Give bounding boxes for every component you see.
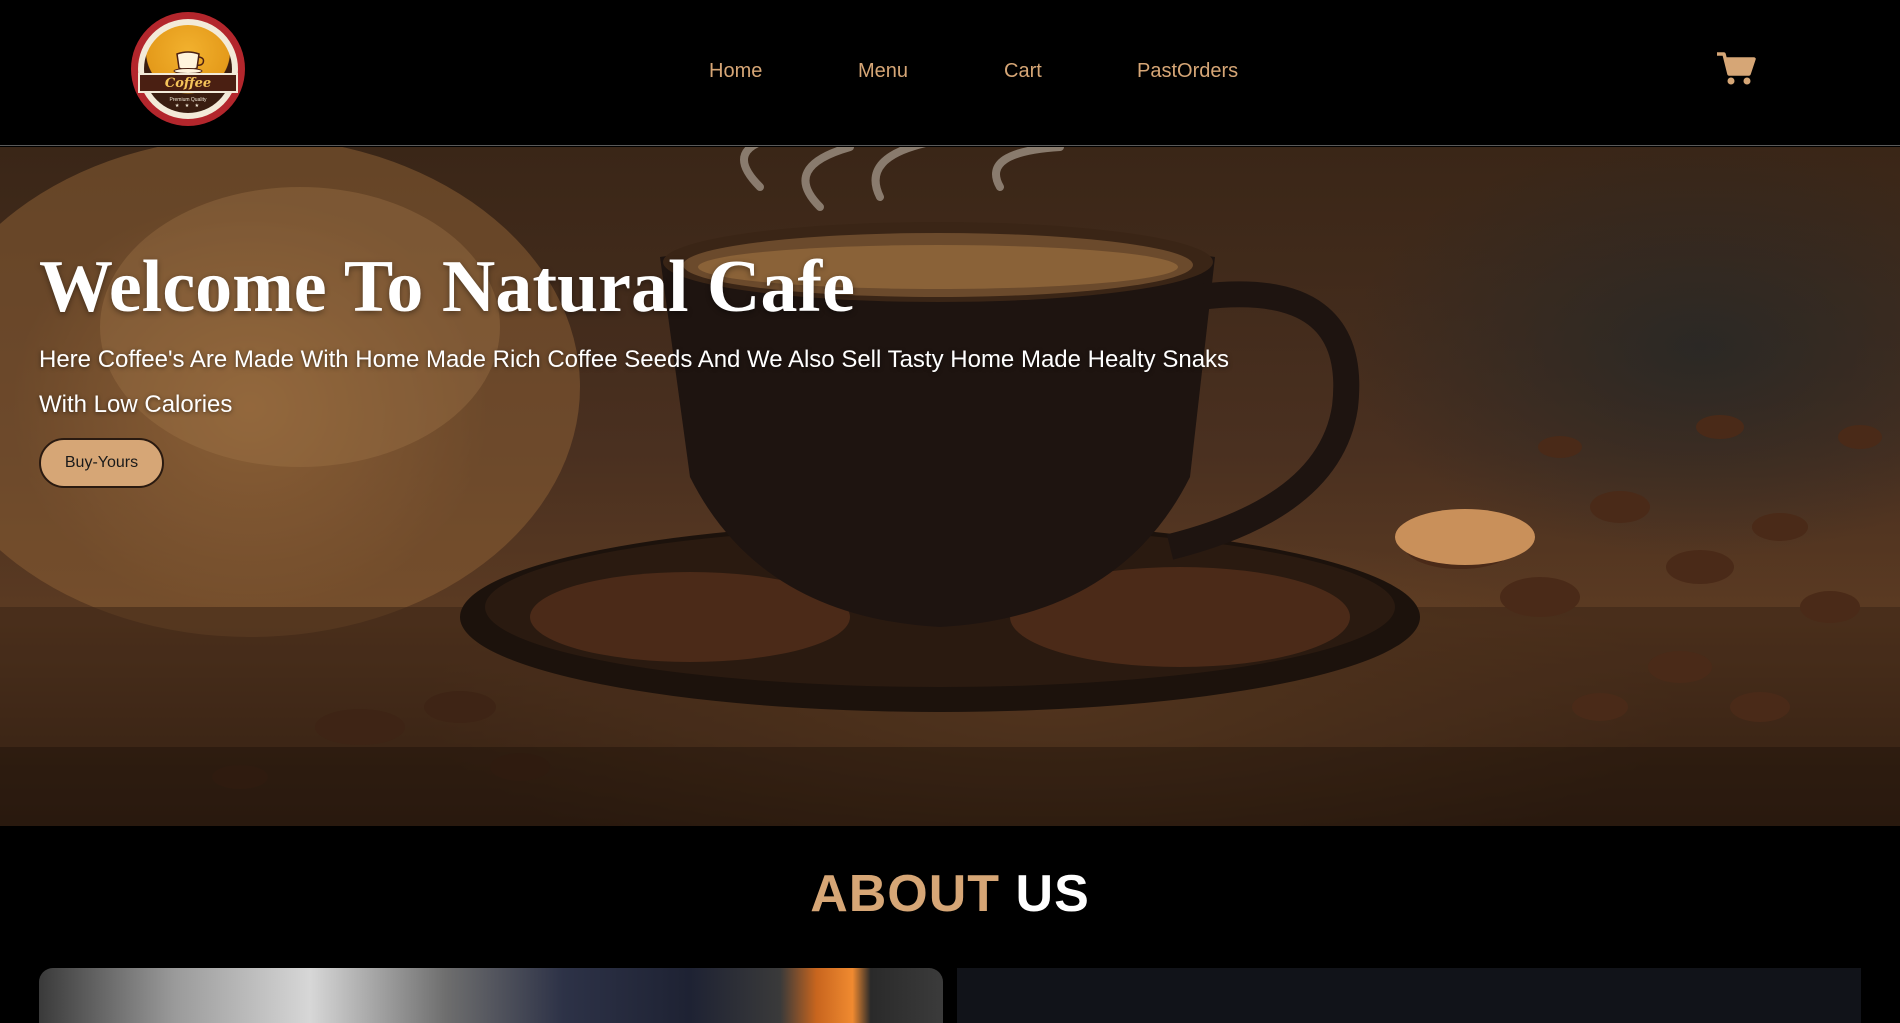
hero-section: Welcome To Natural Cafe Here Coffee's Ar… bbox=[0, 147, 1900, 826]
about-title-word2: US bbox=[1015, 865, 1090, 923]
about-text-panel bbox=[957, 968, 1861, 1023]
nav-link-pastorders[interactable]: PastOrders bbox=[1137, 58, 1238, 84]
hero-title: Welcome To Natural Cafe bbox=[39, 246, 855, 328]
nav-link-cart[interactable]: Cart bbox=[1004, 58, 1042, 84]
hero-description: Here Coffee's Are Made With Home Made Ri… bbox=[39, 346, 1230, 418]
logo-stars: ★ ★ ★ bbox=[174, 103, 202, 109]
main-nav: Home Menu Cart PastOrders bbox=[0, 58, 1900, 88]
about-title-word1: ABOUT bbox=[810, 865, 1001, 923]
about-us-heading: ABOUT US bbox=[0, 862, 1900, 926]
nav-link-home[interactable]: Home bbox=[709, 58, 762, 84]
site-header: Coffee Premium Quality ★ ★ ★ Home Menu C… bbox=[0, 0, 1900, 146]
shopping-cart-icon[interactable] bbox=[1716, 50, 1756, 86]
buy-yours-button[interactable]: Buy-Yours bbox=[39, 438, 164, 488]
about-photo bbox=[39, 968, 943, 1023]
nav-link-menu[interactable]: Menu bbox=[858, 58, 908, 84]
